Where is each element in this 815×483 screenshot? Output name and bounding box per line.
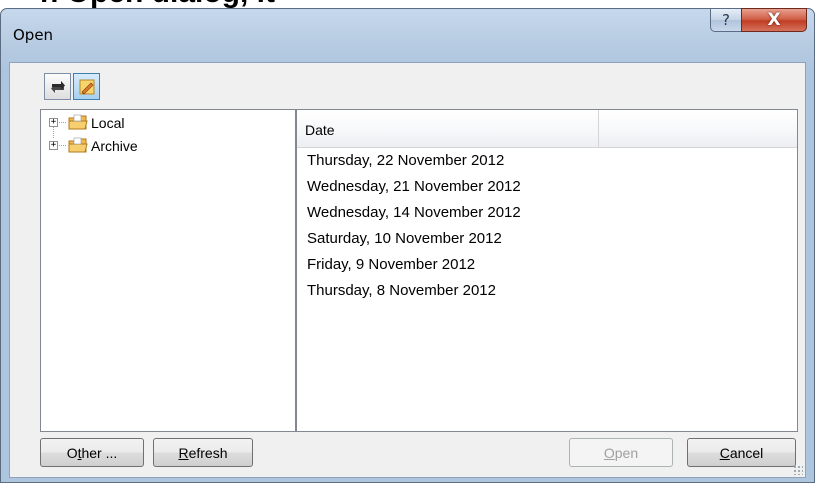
refresh-toolbar-button[interactable] [44, 73, 71, 100]
cancel-button[interactable]: Cancel [687, 438, 796, 467]
window-title: Open [13, 26, 54, 44]
column-header-label: Date [305, 122, 335, 138]
list-item[interactable]: Friday, 9 November 2012 [307, 256, 475, 278]
other-button[interactable]: Ot her ... [40, 438, 144, 467]
close-button[interactable]: X [741, 8, 807, 32]
list-header: Date [297, 110, 797, 148]
folder-tree[interactable]: + Local + Archive [40, 109, 296, 432]
tree-item-label: Archive [91, 138, 138, 154]
expand-icon[interactable]: + [49, 141, 58, 150]
help-button[interactable]: ? [710, 8, 742, 32]
list-item[interactable]: Saturday, 10 November 2012 [307, 230, 502, 252]
list-item[interactable]: Thursday, 8 November 2012 [307, 282, 496, 304]
list-item[interactable]: Wednesday, 21 November 2012 [307, 178, 521, 200]
open-dialog: Open ? X + Local + Archive Date Thursday… [0, 8, 815, 483]
refresh-arrows-icon [50, 80, 65, 93]
open-button[interactable]: Open [569, 438, 673, 467]
edit-toolbar-button[interactable] [73, 73, 100, 100]
refresh-button[interactable]: Refresh [153, 438, 253, 467]
list-item[interactable]: Thursday, 22 November 2012 [307, 152, 504, 174]
date-list[interactable]: Date Thursday, 22 November 2012 Wednesda… [296, 109, 798, 432]
folder-icon [68, 137, 88, 153]
edit-pencil-icon [79, 79, 94, 94]
help-icon: ? [722, 11, 730, 29]
expand-icon[interactable]: + [49, 118, 58, 127]
title-bar[interactable]: Open ? X [1, 8, 814, 55]
column-header-date[interactable]: Date [297, 110, 599, 147]
close-icon: X [767, 10, 781, 30]
column-header-empty[interactable] [600, 110, 797, 147]
resize-grip[interactable] [793, 465, 803, 475]
tree-item-label: Local [91, 115, 125, 131]
list-item[interactable]: Wednesday, 14 November 2012 [307, 204, 521, 226]
dialog-client-area: + Local + Archive Date Thursday, 22 Nove… [9, 62, 806, 478]
folder-icon [68, 114, 88, 130]
